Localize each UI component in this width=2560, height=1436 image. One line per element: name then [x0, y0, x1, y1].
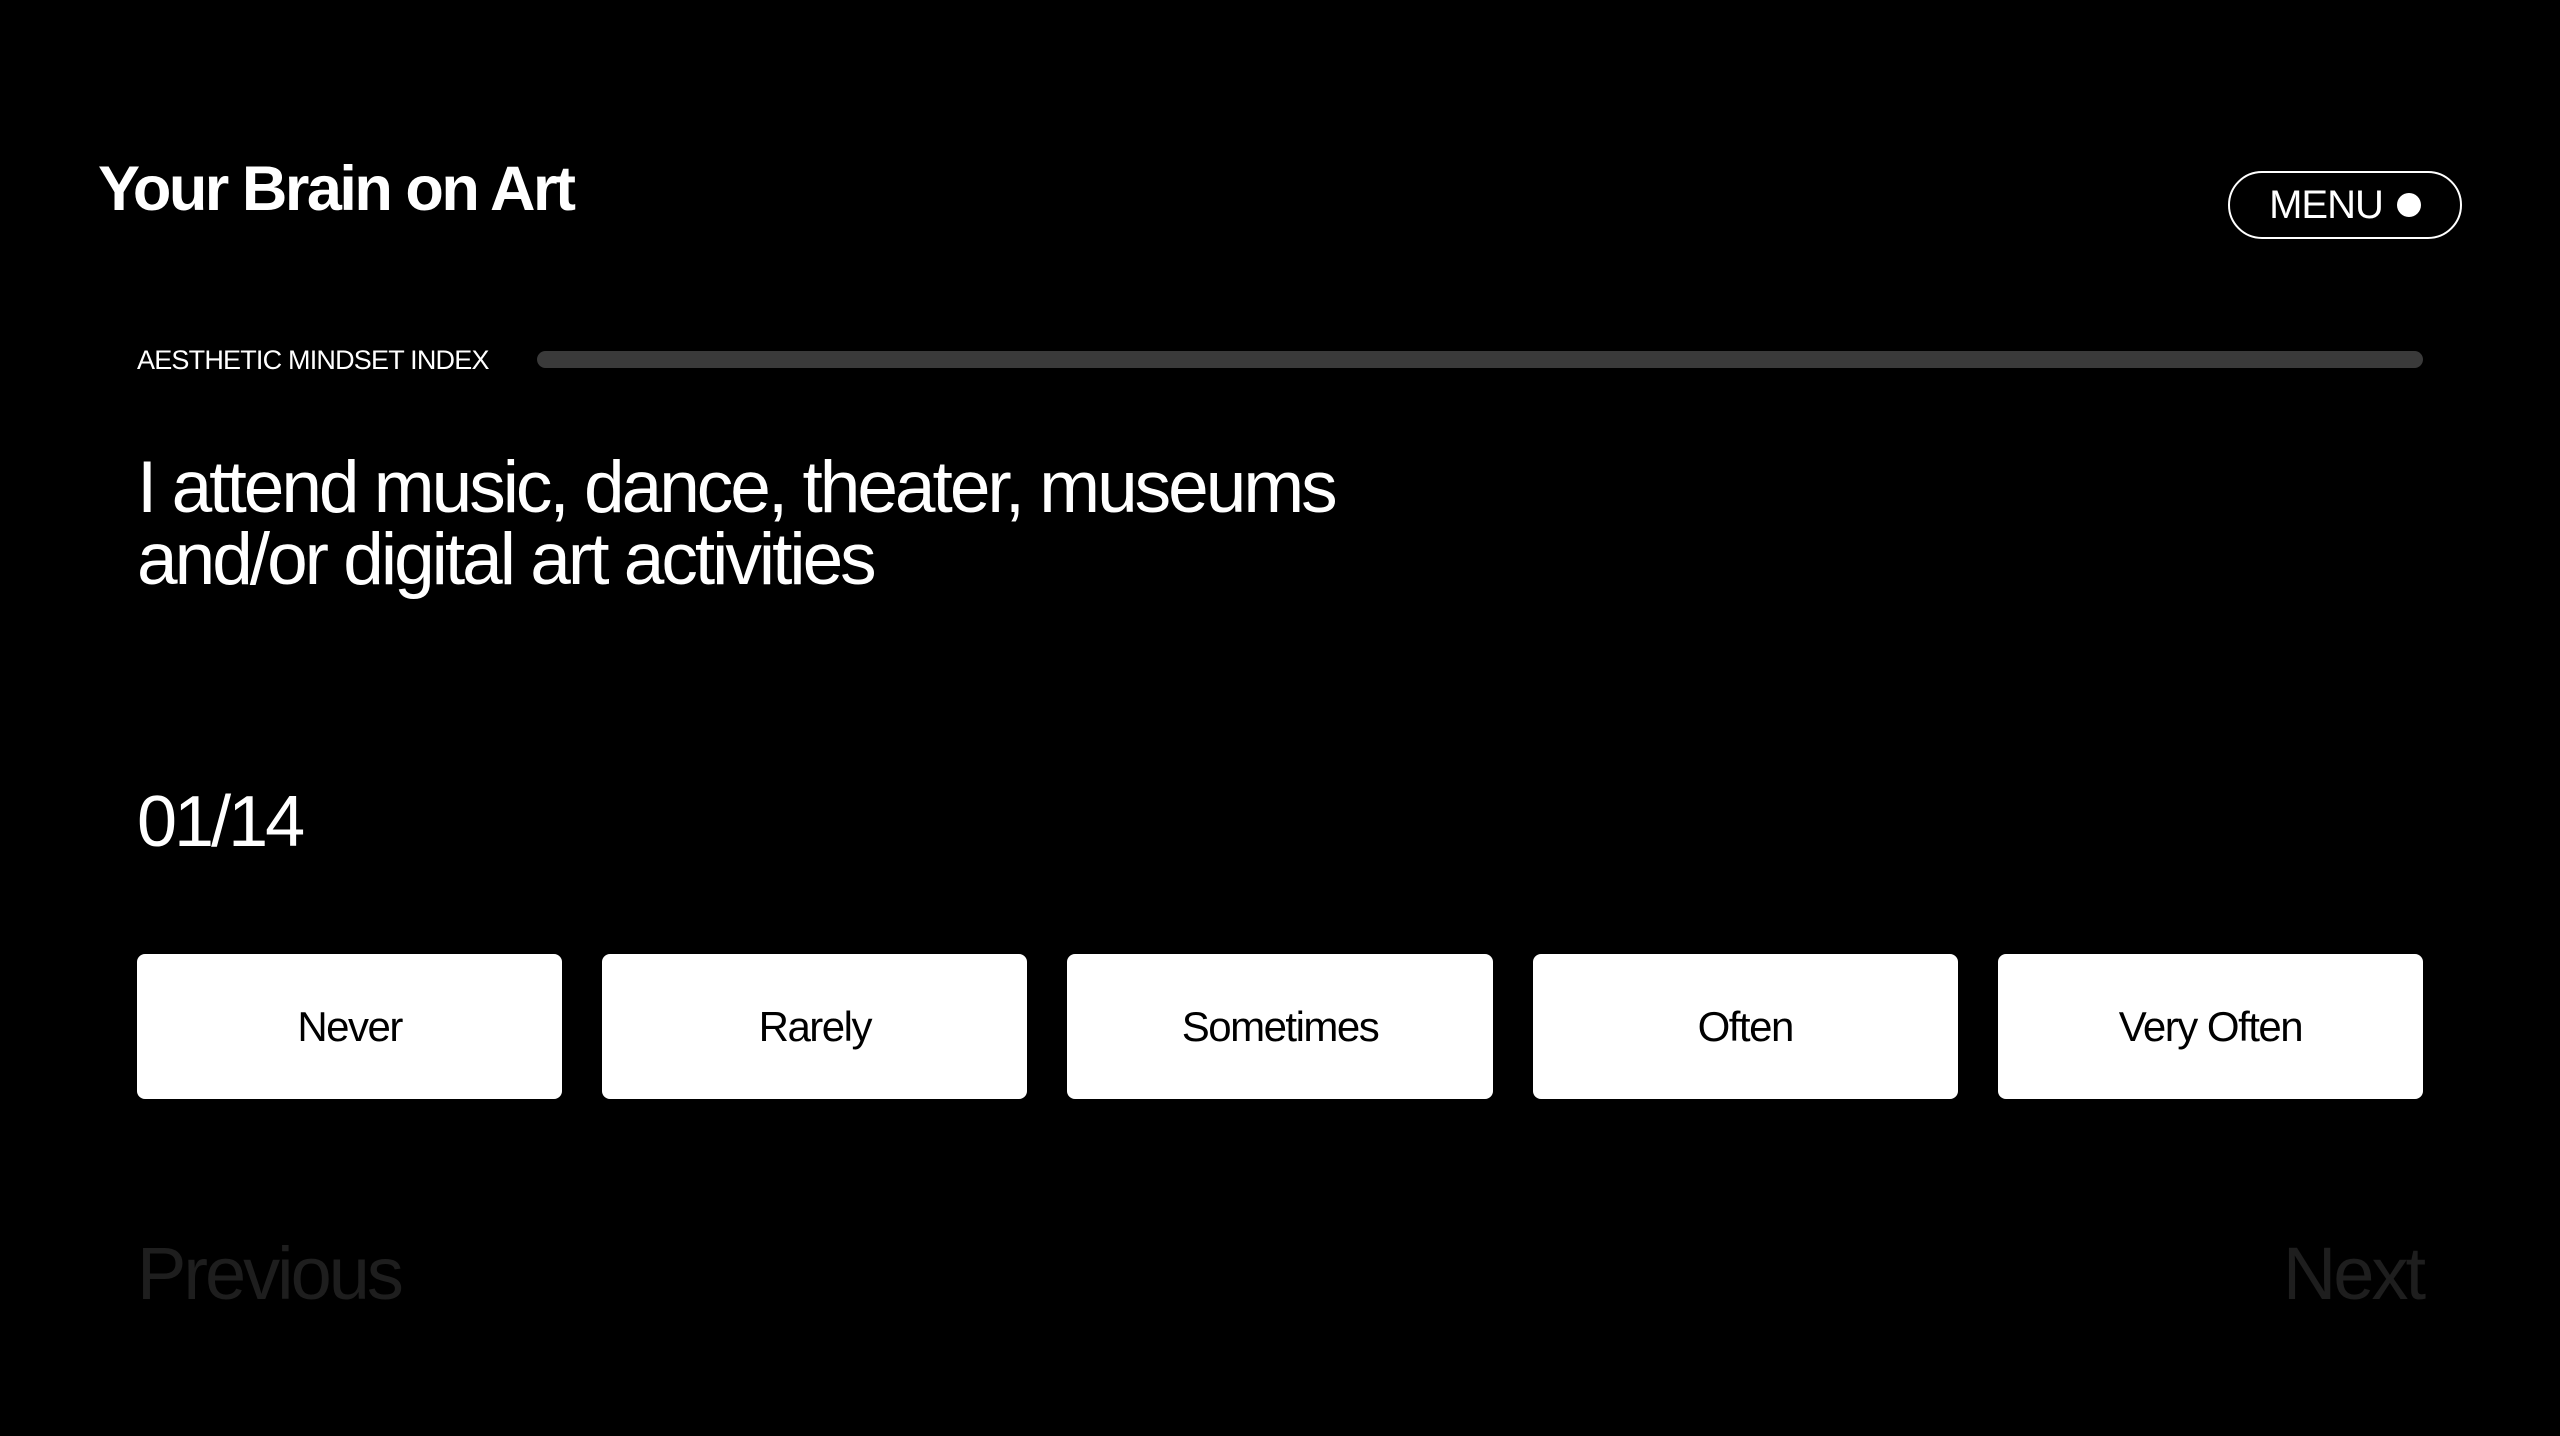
question-text: I attend music, dance, theater, museums … — [137, 447, 1437, 600]
next-button[interactable]: Next — [2283, 1237, 2426, 1311]
menu-label: MENU — [2269, 183, 2384, 227]
answer-often-button[interactable]: Often — [1532, 954, 1958, 1099]
answer-rarely-button[interactable]: Rarely — [602, 954, 1028, 1099]
site-title[interactable]: Your Brain on Art — [98, 158, 576, 221]
section-label: AESTHETIC MINDSET INDEX — [137, 345, 489, 375]
answer-sometimes-button[interactable]: Sometimes — [1067, 954, 1493, 1099]
menu-dot-icon — [2396, 193, 2421, 217]
previous-button[interactable]: Previous — [137, 1237, 404, 1311]
question-line-1: I attend music, dance, theater, museums — [137, 447, 1338, 528]
question-counter: 01/14 — [137, 782, 305, 862]
question-line-2: and/or digital art activities — [137, 519, 877, 600]
progress-bar — [537, 351, 2423, 368]
menu-button[interactable]: MENU — [2228, 171, 2462, 239]
answer-very-often-button[interactable]: Very Often — [1997, 954, 2424, 1099]
answer-never-button[interactable]: Never — [137, 954, 563, 1099]
answer-options: Never Rarely Sometimes Often Very Often — [137, 954, 2424, 1099]
